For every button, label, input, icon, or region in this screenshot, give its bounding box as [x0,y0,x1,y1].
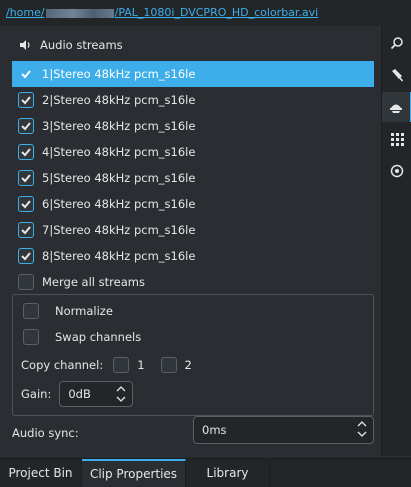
stream-row-3[interactable]: 3|Stereo 48kHz pcm_s16le [12,113,374,139]
copy-channel-1-label: 1 [137,358,145,372]
checkmark-icon [21,174,31,183]
tab-library-label: Library [206,466,249,480]
checkmark-icon [21,122,31,131]
audio-tool-button[interactable] [382,92,411,122]
path-prefix: /home/ [6,6,45,19]
normalize-label: Normalize [55,304,113,318]
gain-row: Gain: 0dB [21,381,134,407]
stream-6-checkbox[interactable] [18,196,34,212]
stream-row-6[interactable]: 6|Stereo 48kHz pcm_s16le [12,191,374,217]
tab-project-bin-label: Project Bin [8,466,73,480]
gain-spinbox[interactable]: 0dB [59,381,134,407]
effects-tool-button[interactable] [382,60,411,90]
dock-tab-bar: Project Bin Clip Properties Library [0,458,411,487]
tab-clip-properties-label: Clip Properties [89,467,178,481]
audio-sync-value: 0ms [202,423,227,437]
audio-streams-header: Audio streams [18,36,123,54]
grid-tool-button[interactable] [382,124,411,154]
stream-1-checkbox[interactable] [18,66,34,82]
stream-row-4[interactable]: 4|Stereo 48kHz pcm_s16le [12,139,374,165]
merge-streams-label: Merge all streams [42,275,145,289]
stream-8-checkbox[interactable] [18,248,34,264]
copy-channel-2-label: 2 [184,358,192,372]
audio-sync-label: Audio sync: [12,426,79,440]
copy-channel-label: Copy channel: [21,358,104,372]
stream-5-label: 5|Stereo 48kHz pcm_s16le [42,171,196,185]
grid-icon [391,133,404,146]
speaker-icon [20,40,30,50]
stream-4-checkbox[interactable] [18,144,34,160]
audio-stream-list: 1|Stereo 48kHz pcm_s16le 2|Stereo 48kHz … [12,61,374,295]
stream-8-label: 8|Stereo 48kHz pcm_s16le [42,249,196,263]
merge-streams-checkbox[interactable] [18,274,34,290]
stream-6-label: 6|Stereo 48kHz pcm_s16le [42,197,196,211]
stream-3-checkbox[interactable] [18,118,34,134]
stream-row-1[interactable]: 1|Stereo 48kHz pcm_s16le [12,61,374,87]
normalize-checkbox[interactable] [23,303,39,319]
audio-properties-panel: Audio streams 1|Stereo 48kHz pcm_s16le 2… [0,26,380,456]
checkmark-icon [21,148,31,157]
stream-4-label: 4|Stereo 48kHz pcm_s16le [42,145,196,159]
chevron-up-icon[interactable] [116,385,126,393]
checkmark-icon [21,96,31,105]
stream-5-checkbox[interactable] [18,170,34,186]
checkmark-icon [21,226,31,235]
stream-3-label: 3|Stereo 48kHz pcm_s16le [42,119,196,133]
swap-channels-checkbox[interactable] [23,329,39,345]
file-path-link[interactable]: /home/ /PAL_1080i_DVCPRO_HD_colorbar.avi [6,6,318,19]
analysis-tool-button[interactable] [382,156,411,186]
tab-clip-properties[interactable]: Clip Properties [82,459,186,487]
brush-icon [392,69,404,82]
gain-label: Gain: [21,387,52,401]
copy-channel-1-checkbox[interactable] [113,357,130,373]
audio-streams-title: Audio streams [40,38,123,52]
stream-2-checkbox[interactable] [18,92,34,108]
gain-value: 0dB [68,387,91,401]
stream-row-5[interactable]: 5|Stereo 48kHz pcm_s16le [12,165,374,191]
audio-sync-spinbox[interactable]: 0ms [193,416,374,444]
audio-options-group: Normalize Swap channels Copy channel: 1 … [12,294,374,416]
speaker-panel-icon [390,104,402,113]
merge-streams-row[interactable]: Merge all streams [12,269,374,295]
stream-row-8[interactable]: 8|Stereo 48kHz pcm_s16le [12,243,374,269]
side-toolbar [381,26,411,456]
stream-row-2[interactable]: 2|Stereo 48kHz pcm_s16le [12,87,374,113]
checkmark-icon [21,70,31,79]
stream-1-label: 1|Stereo 48kHz pcm_s16le [42,67,196,81]
file-path-bar: /home/ /PAL_1080i_DVCPRO_HD_colorbar.avi [0,0,411,26]
chevron-down-icon[interactable] [357,430,367,438]
redacted-path-segment [45,8,114,18]
search-icon [390,37,403,50]
tab-library[interactable]: Library [186,459,270,487]
copy-channel-2-checkbox[interactable] [160,357,177,373]
stream-row-7[interactable]: 7|Stereo 48kHz pcm_s16le [12,217,374,243]
normalize-option[interactable]: Normalize [23,303,113,319]
swap-channels-option[interactable]: Swap channels [23,329,141,345]
chevron-down-icon[interactable] [116,395,126,403]
copy-channel-row: Copy channel: 1 2 [21,357,208,373]
clip-properties-window: /home//PAL_1080i_DVCPRO_HD_colorbar.avi … [0,0,411,487]
search-tool-button[interactable] [382,28,411,58]
tab-project-bin[interactable]: Project Bin [0,459,82,487]
checkmark-icon [21,252,31,261]
swap-channels-label: Swap channels [55,330,142,344]
stream-7-checkbox[interactable] [18,222,34,238]
stream-2-label: 2|Stereo 48kHz pcm_s16le [42,93,196,107]
path-suffix: /PAL_1080i_DVCPRO_HD_colorbar.avi [114,6,319,19]
checkmark-icon [21,200,31,209]
chevron-up-icon[interactable] [357,420,367,428]
eye-icon [390,164,404,178]
stream-7-label: 7|Stereo 48kHz pcm_s16le [42,223,196,237]
